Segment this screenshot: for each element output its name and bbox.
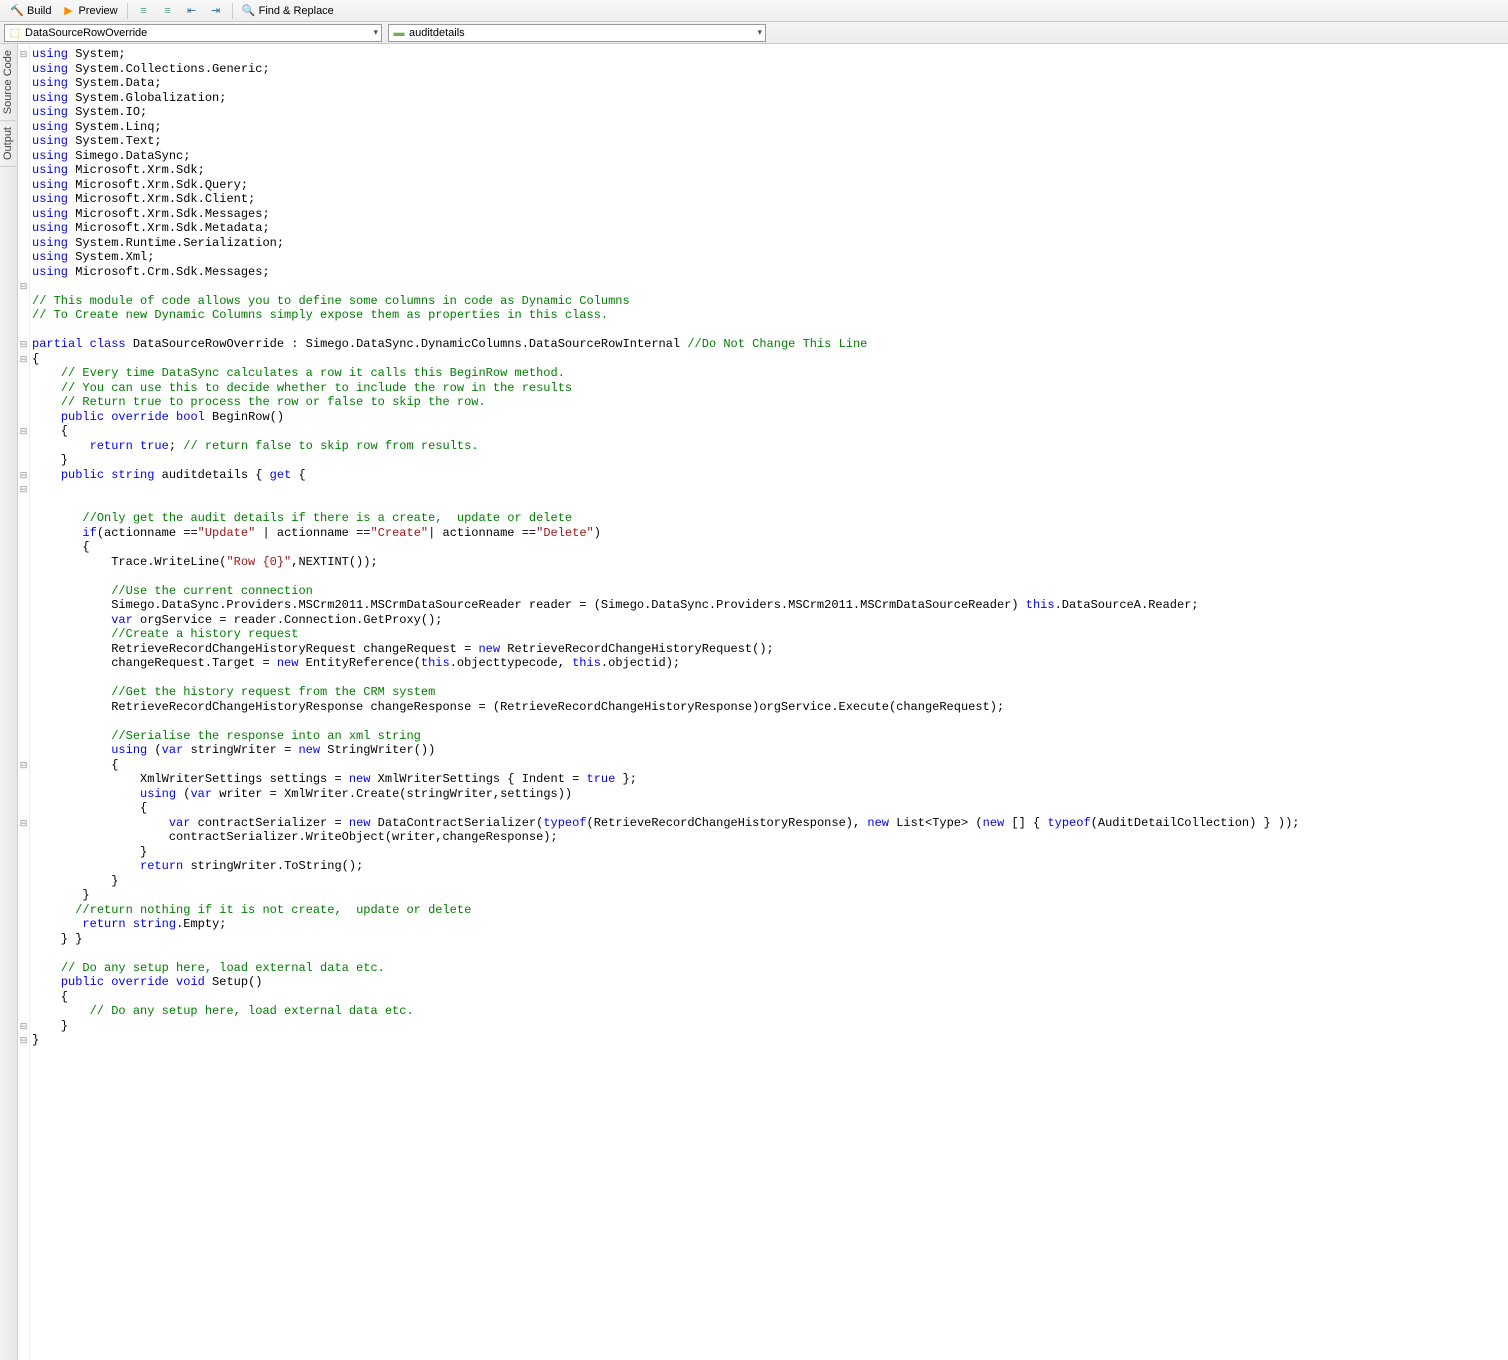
uncomment-button[interactable]: ≡ <box>157 3 179 19</box>
preview-label: Preview <box>78 5 117 17</box>
side-tabs: Source Code Output <box>0 44 18 1360</box>
chevron-down-icon: ▾ <box>757 27 762 38</box>
outdent-icon: ⇤ <box>185 4 199 18</box>
separator <box>232 3 233 19</box>
class-dropdown-label: DataSourceRowOverride <box>25 27 147 39</box>
indent-icon: ⇥ <box>209 4 223 18</box>
search-icon: 🔍 <box>242 4 256 18</box>
class-dropdown[interactable]: ⬚ DataSourceRowOverride ▾ <box>4 24 382 42</box>
preview-icon: ▶ <box>61 4 75 18</box>
separator <box>127 3 128 19</box>
fold-gutter[interactable]: ⊟⊟⊟⊟⊟⊟⊟⊟⊟⊟⊟ <box>18 44 30 1360</box>
find-replace-button[interactable]: 🔍 Find & Replace <box>238 3 338 19</box>
toolbar: 🔨 Build ▶ Preview ≡ ≡ ⇤ ⇥ 🔍 Find & Repla… <box>0 0 1508 22</box>
navigation-bar: ⬚ DataSourceRowOverride ▾ ▬ auditdetails… <box>0 22 1508 44</box>
code-editor[interactable]: using System; using System.Collections.G… <box>30 44 1508 1360</box>
find-label: Find & Replace <box>259 5 334 17</box>
member-dropdown-label: auditdetails <box>409 27 465 39</box>
member-dropdown[interactable]: ▬ auditdetails ▾ <box>388 24 766 42</box>
outdent-button[interactable]: ⇤ <box>181 3 203 19</box>
uncomment-icon: ≡ <box>161 4 175 18</box>
build-icon: 🔨 <box>10 4 24 18</box>
build-label: Build <box>27 5 51 17</box>
preview-button[interactable]: ▶ Preview <box>57 3 121 19</box>
chevron-down-icon: ▾ <box>373 27 378 38</box>
property-icon: ▬ <box>392 26 406 40</box>
source-code-tab[interactable]: Source Code <box>0 44 16 121</box>
output-tab[interactable]: Output <box>0 121 16 167</box>
editor-area: ⊟⊟⊟⊟⊟⊟⊟⊟⊟⊟⊟ using System; using System.C… <box>18 44 1508 1360</box>
comment-button[interactable]: ≡ <box>133 3 155 19</box>
build-button[interactable]: 🔨 Build <box>6 3 55 19</box>
comment-icon: ≡ <box>137 4 151 18</box>
indent-button[interactable]: ⇥ <box>205 3 227 19</box>
class-icon: ⬚ <box>8 26 22 40</box>
